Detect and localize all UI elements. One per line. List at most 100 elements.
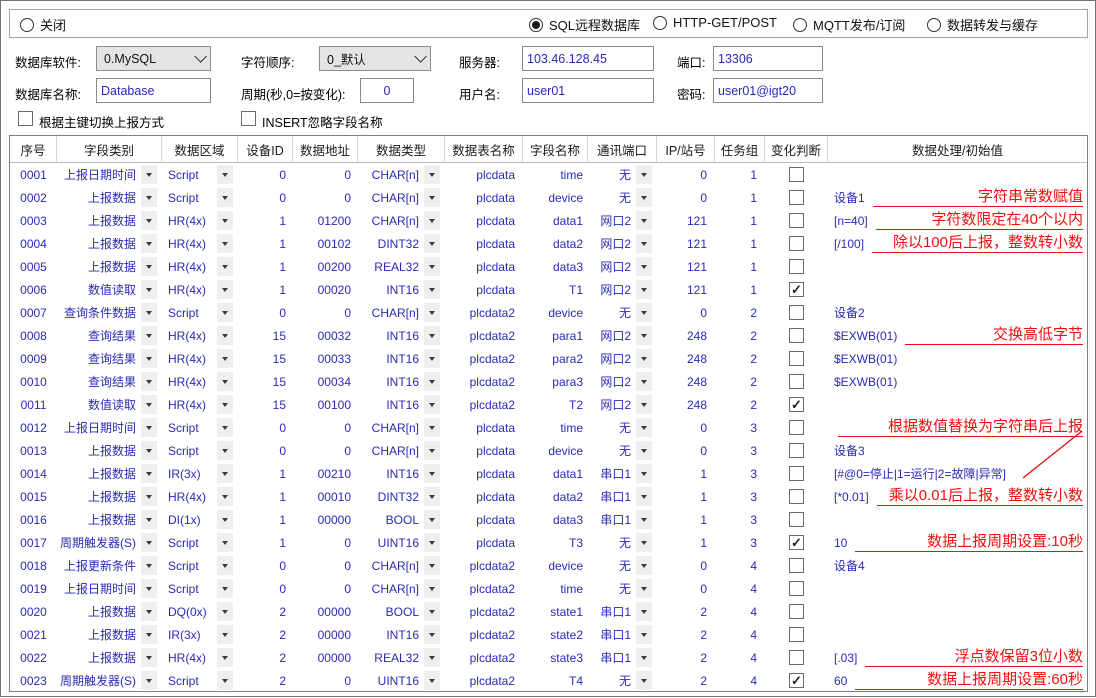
cell-comm-port[interactable]: 无 (588, 163, 657, 186)
cell-category[interactable]: 上报数据 (57, 508, 162, 531)
cell-data-area[interactable]: DQ(0x) (162, 600, 238, 623)
cell-device-id[interactable]: 15 (238, 393, 293, 416)
cell-process-initial[interactable]: 设备3 (828, 439, 1087, 462)
cell-category[interactable]: 上报数据 (57, 462, 162, 485)
cell-comm-port[interactable]: 串口1 (588, 462, 657, 485)
cell-field-name[interactable]: data1 (523, 462, 588, 485)
cell-address[interactable]: 00033 (293, 347, 358, 370)
cell-comm-port[interactable]: 无 (588, 301, 657, 324)
dropdown-arrow-icon[interactable] (636, 280, 652, 299)
dropdown-arrow-icon[interactable] (636, 464, 652, 483)
cell-comm-port[interactable]: 网口2 (588, 278, 657, 301)
db-software-select[interactable]: 0.MySQL (96, 46, 211, 71)
cell-process-initial[interactable] (828, 600, 1087, 623)
cell-process-initial[interactable] (828, 278, 1087, 301)
cell-field-name[interactable]: para1 (523, 324, 588, 347)
change-judge-checkbox[interactable] (789, 282, 804, 297)
dropdown-arrow-icon[interactable] (217, 464, 233, 483)
change-judge-checkbox[interactable] (789, 489, 804, 504)
cell-field-name[interactable]: device (523, 301, 588, 324)
cell-ip-station[interactable]: 2 (657, 669, 715, 692)
cell-task-group[interactable]: 4 (715, 577, 765, 600)
cell-comm-port[interactable]: 无 (588, 669, 657, 692)
dropdown-arrow-icon[interactable] (424, 303, 440, 322)
cell-data-area[interactable]: Script (162, 416, 238, 439)
cell-data-type[interactable]: CHAR[n] (358, 577, 445, 600)
cell-data-area[interactable]: HR(4x) (162, 255, 238, 278)
cell-device-id[interactable]: 2 (238, 600, 293, 623)
cell-comm-port[interactable]: 串口1 (588, 508, 657, 531)
cell-device-id[interactable]: 0 (238, 416, 293, 439)
cell-data-type[interactable]: CHAR[n] (358, 163, 445, 186)
cell-task-group[interactable]: 4 (715, 554, 765, 577)
dropdown-arrow-icon[interactable] (424, 510, 440, 529)
dropdown-arrow-icon[interactable] (424, 418, 440, 437)
dropdown-arrow-icon[interactable] (636, 418, 652, 437)
cell-ip-station[interactable]: 248 (657, 370, 715, 393)
cell-data-type[interactable]: CHAR[n] (358, 439, 445, 462)
cell-category[interactable]: 上报日期时间 (57, 163, 162, 186)
dropdown-arrow-icon[interactable] (636, 395, 652, 414)
cell-comm-port[interactable]: 网口2 (588, 370, 657, 393)
cell-address[interactable]: 0 (293, 163, 358, 186)
server-input[interactable] (522, 46, 654, 71)
dropdown-arrow-icon[interactable] (636, 625, 652, 644)
change-judge-checkbox[interactable] (789, 305, 804, 320)
dropdown-arrow-icon[interactable] (636, 165, 652, 184)
dropdown-arrow-icon[interactable] (636, 579, 652, 598)
cell-comm-port[interactable]: 网口2 (588, 393, 657, 416)
dropdown-arrow-icon[interactable] (217, 418, 233, 437)
cell-field-name[interactable]: data2 (523, 485, 588, 508)
cell-field-name[interactable]: data3 (523, 508, 588, 531)
cell-task-group[interactable]: 3 (715, 485, 765, 508)
cell-process-initial[interactable]: $EXWB(01) 交换高低字节 (828, 324, 1087, 347)
cell-data-type[interactable]: REAL32 (358, 646, 445, 669)
change-judge-checkbox[interactable] (789, 512, 804, 527)
cell-table-name[interactable]: plcdata2 (445, 646, 523, 669)
cell-data-area[interactable]: Script (162, 577, 238, 600)
dropdown-arrow-icon[interactable] (141, 625, 157, 644)
cell-ip-station[interactable]: 2 (657, 646, 715, 669)
cell-table-name[interactable]: plcdata2 (445, 669, 523, 692)
cell-comm-port[interactable]: 串口1 (588, 600, 657, 623)
cell-table-name[interactable]: plcdata2 (445, 370, 523, 393)
dropdown-arrow-icon[interactable] (217, 372, 233, 391)
dropdown-arrow-icon[interactable] (636, 303, 652, 322)
cell-task-group[interactable]: 2 (715, 393, 765, 416)
cell-device-id[interactable]: 1 (238, 255, 293, 278)
cell-comm-port[interactable]: 网口2 (588, 347, 657, 370)
cell-data-type[interactable]: INT16 (358, 324, 445, 347)
change-judge-checkbox[interactable] (789, 443, 804, 458)
cell-address[interactable]: 00000 (293, 623, 358, 646)
dropdown-arrow-icon[interactable] (424, 464, 440, 483)
cell-category[interactable]: 查询结果 (57, 324, 162, 347)
cell-data-area[interactable]: Script (162, 554, 238, 577)
dropdown-arrow-icon[interactable] (217, 349, 233, 368)
dropdown-arrow-icon[interactable] (636, 372, 652, 391)
cell-field-name[interactable]: state2 (523, 623, 588, 646)
cell-field-name[interactable]: T2 (523, 393, 588, 416)
change-judge-checkbox[interactable] (789, 351, 804, 366)
cell-address[interactable]: 00000 (293, 646, 358, 669)
cell-task-group[interactable]: 1 (715, 232, 765, 255)
cell-comm-port[interactable]: 串口1 (588, 646, 657, 669)
cell-category[interactable]: 周期触发器(S) (57, 531, 162, 554)
cell-task-group[interactable]: 1 (715, 163, 765, 186)
cell-table-name[interactable]: plcdata2 (445, 347, 523, 370)
change-judge-checkbox[interactable] (789, 167, 804, 182)
cell-device-id[interactable]: 1 (238, 462, 293, 485)
cell-address[interactable]: 00000 (293, 600, 358, 623)
cell-task-group[interactable]: 3 (715, 508, 765, 531)
dropdown-arrow-icon[interactable] (141, 579, 157, 598)
cell-data-type[interactable]: DINT32 (358, 232, 445, 255)
dropdown-arrow-icon[interactable] (141, 211, 157, 230)
cell-ip-station[interactable]: 0 (657, 439, 715, 462)
dropdown-arrow-icon[interactable] (217, 303, 233, 322)
dropdown-arrow-icon[interactable] (424, 280, 440, 299)
cell-table-name[interactable]: plcdata2 (445, 600, 523, 623)
cell-data-type[interactable]: INT16 (358, 370, 445, 393)
cell-data-type[interactable]: UINT16 (358, 669, 445, 692)
dropdown-arrow-icon[interactable] (141, 257, 157, 276)
cell-comm-port[interactable]: 无 (588, 416, 657, 439)
dropdown-arrow-icon[interactable] (217, 441, 233, 460)
